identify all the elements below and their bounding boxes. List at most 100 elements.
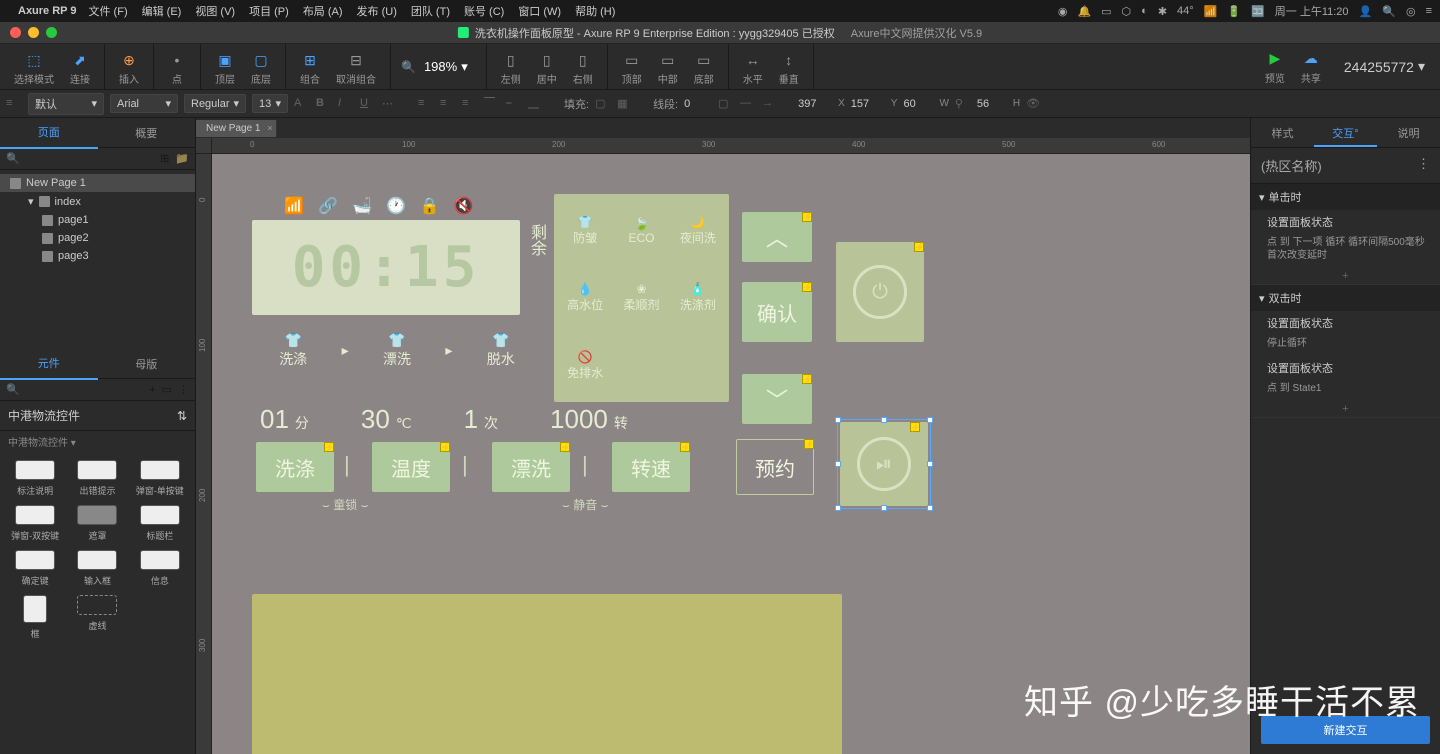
window-minimize[interactable] — [28, 27, 39, 38]
tool-connect[interactable]: ⬈连接 — [62, 47, 98, 89]
lib-item[interactable]: 虚线 — [70, 595, 124, 640]
more-icon[interactable]: ⋮ — [1417, 156, 1430, 175]
status-clock[interactable]: 周一 上午11:20 — [1275, 3, 1349, 19]
page-root[interactable]: New Page 1 — [0, 174, 195, 192]
status-wechat-icon[interactable]: ◉ — [1058, 5, 1068, 18]
user-id[interactable]: 244255772 ▾ — [1329, 58, 1440, 75]
status-input-icon[interactable]: 🈁 — [1251, 5, 1265, 18]
italic-icon[interactable]: I — [338, 97, 354, 111]
status-bell-icon[interactable]: 🔔 — [1077, 5, 1091, 18]
tool-ungroup[interactable]: ⊟取消组合 — [328, 47, 384, 89]
lib-item[interactable]: 输入框 — [70, 550, 124, 587]
status-menu-icon[interactable]: ≡ — [1426, 5, 1432, 17]
lib-folder-icon[interactable]: ▭ — [162, 383, 172, 396]
bold-icon[interactable]: B — [316, 97, 332, 111]
fill-img-icon[interactable]: ▦ — [617, 97, 633, 111]
page-1[interactable]: page1 — [0, 211, 195, 229]
align-bottom[interactable]: ▭底部 — [686, 47, 722, 89]
lib-item[interactable]: 信息 — [133, 550, 187, 587]
menu-window[interactable]: 窗口 (W) — [518, 3, 561, 19]
tab-outline[interactable]: 概要 — [98, 118, 196, 148]
size-w[interactable]: 60 — [903, 98, 931, 110]
menu-file[interactable]: 文件 (F) — [89, 3, 128, 19]
page-3[interactable]: page3 — [0, 247, 195, 265]
event-dblclick[interactable]: ▾ 双击时 — [1251, 285, 1440, 311]
add-action[interactable]: + — [1251, 268, 1440, 285]
dist-v[interactable]: ↕垂直 — [771, 47, 807, 89]
canvas-stage[interactable]: 📶 🔗 🛁 🕐 🔒 🔇 00:15 剩余 👕防皱 🍃ECO 🌙夜间洗 💧高水位 — [212, 154, 1250, 754]
line-style-icon[interactable]: — — [740, 97, 756, 111]
pos-x[interactable]: 397 — [798, 98, 830, 110]
status-dot-icon[interactable]: ◐ — [1141, 5, 1148, 17]
menu-team[interactable]: 团队 (T) — [411, 3, 450, 19]
status-temp[interactable]: 44° — [1177, 5, 1194, 17]
menu-account[interactable]: 账号 (C) — [464, 3, 504, 19]
btn-spin[interactable]: 转速 — [612, 442, 690, 492]
tab-notes[interactable]: 说明 — [1377, 118, 1440, 147]
tool-select[interactable]: ⬚选择模式 — [6, 47, 62, 89]
fill-swatch[interactable]: ▢ — [595, 97, 611, 111]
status-siri-icon[interactable]: ◎ — [1406, 5, 1416, 18]
color-icon[interactable]: A — [294, 97, 310, 111]
menu-help[interactable]: 帮助 (H) — [575, 3, 615, 19]
action-setpanel[interactable]: 设置面板状态 — [1251, 210, 1440, 234]
window-maximize[interactable] — [46, 27, 57, 38]
share-button[interactable]: ☁共享 — [1293, 46, 1329, 88]
status-search-icon[interactable]: 🔍 — [1382, 5, 1396, 18]
page-index[interactable]: ▾ index — [0, 192, 195, 211]
font-select[interactable]: Arial▾ — [110, 94, 178, 113]
align-top[interactable]: ▭顶部 — [614, 47, 650, 89]
menu-arrange[interactable]: 布局 (A) — [303, 3, 343, 19]
action-stop[interactable]: 停止循环 — [1251, 335, 1440, 356]
align-center[interactable]: ▯居中 — [529, 47, 565, 89]
app-name[interactable]: Axure RP 9 — [18, 5, 77, 17]
lib-item[interactable]: 标注说明 — [8, 460, 62, 497]
visibility-icon[interactable]: 👁 — [1026, 97, 1042, 111]
close-tab-icon[interactable]: × — [267, 123, 272, 133]
tab-interactions[interactable]: 交互° — [1314, 118, 1377, 147]
preview-button[interactable]: ▶预览 — [1257, 46, 1293, 88]
lib-item[interactable]: 框 — [8, 595, 62, 640]
menu-project[interactable]: 项目 (P) — [249, 3, 289, 19]
line-color-icon[interactable]: ▢ — [718, 97, 734, 111]
align-left[interactable]: ▯左侧 — [493, 47, 529, 89]
halign-right-icon[interactable]: ≡ — [462, 97, 478, 111]
status-battery-icon[interactable]: 🔋 — [1227, 5, 1241, 18]
lock-ratio-icon[interactable]: ⚲ — [955, 97, 971, 111]
dist-h[interactable]: ↔水平 — [735, 47, 771, 89]
action-setpanel3[interactable]: 设置面板状态 — [1251, 356, 1440, 380]
lib-item[interactable]: 标题栏 — [133, 505, 187, 542]
style-select[interactable]: 默认▾ — [28, 93, 104, 115]
tool-group[interactable]: ⊞组合 — [292, 47, 328, 89]
lib-item[interactable]: 出错提示 — [70, 460, 124, 497]
valign-m-icon[interactable]: ⎯ — [506, 97, 522, 111]
align-right[interactable]: ▯右侧 — [565, 47, 601, 89]
menu-edit[interactable]: 编辑 (E) — [142, 3, 182, 19]
action-setpanel2[interactable]: 设置面板状态 — [1251, 311, 1440, 335]
action-state1[interactable]: 点 到 State1 — [1251, 380, 1440, 401]
halign-center-icon[interactable]: ≡ — [440, 97, 456, 111]
add-folder-icon[interactable]: 📁 — [175, 152, 189, 165]
halign-left-icon[interactable]: ≡ — [418, 97, 434, 111]
lib-selector[interactable]: 中港物流控件⇅ — [0, 401, 195, 431]
lib-sub[interactable]: 中港物流控件 ▾ — [0, 431, 195, 452]
tool-back[interactable]: ▢底层 — [243, 47, 279, 89]
valign-t-icon[interactable]: ⎺ — [484, 97, 500, 111]
status-gear-icon[interactable]: ✱ — [1158, 5, 1167, 18]
zoom-value[interactable]: 198% ▾ — [416, 59, 476, 75]
canvas-tab[interactable]: New Page 1× — [196, 120, 277, 137]
tab-pages[interactable]: 页面 — [0, 117, 98, 149]
tab-masters[interactable]: 母版 — [98, 349, 196, 379]
underline-icon[interactable]: U — [360, 97, 376, 111]
window-close[interactable] — [10, 27, 21, 38]
add-page-icon[interactable]: ⊞ — [160, 152, 169, 165]
status-hex-icon[interactable]: ⬡ — [1122, 5, 1132, 18]
status-screen-icon[interactable]: ▭ — [1101, 5, 1111, 18]
arrow-icon[interactable]: → — [762, 97, 778, 111]
event-click[interactable]: ▾ 单击时 — [1251, 184, 1440, 210]
status-wifi-icon[interactable]: 📶 — [1204, 5, 1218, 18]
size-h[interactable]: 56 — [977, 98, 1005, 110]
add-action2[interactable]: + — [1251, 401, 1440, 418]
widget-name[interactable]: (热区名称)⋮ — [1251, 148, 1440, 184]
menu-publish[interactable]: 发布 (U) — [357, 3, 397, 19]
